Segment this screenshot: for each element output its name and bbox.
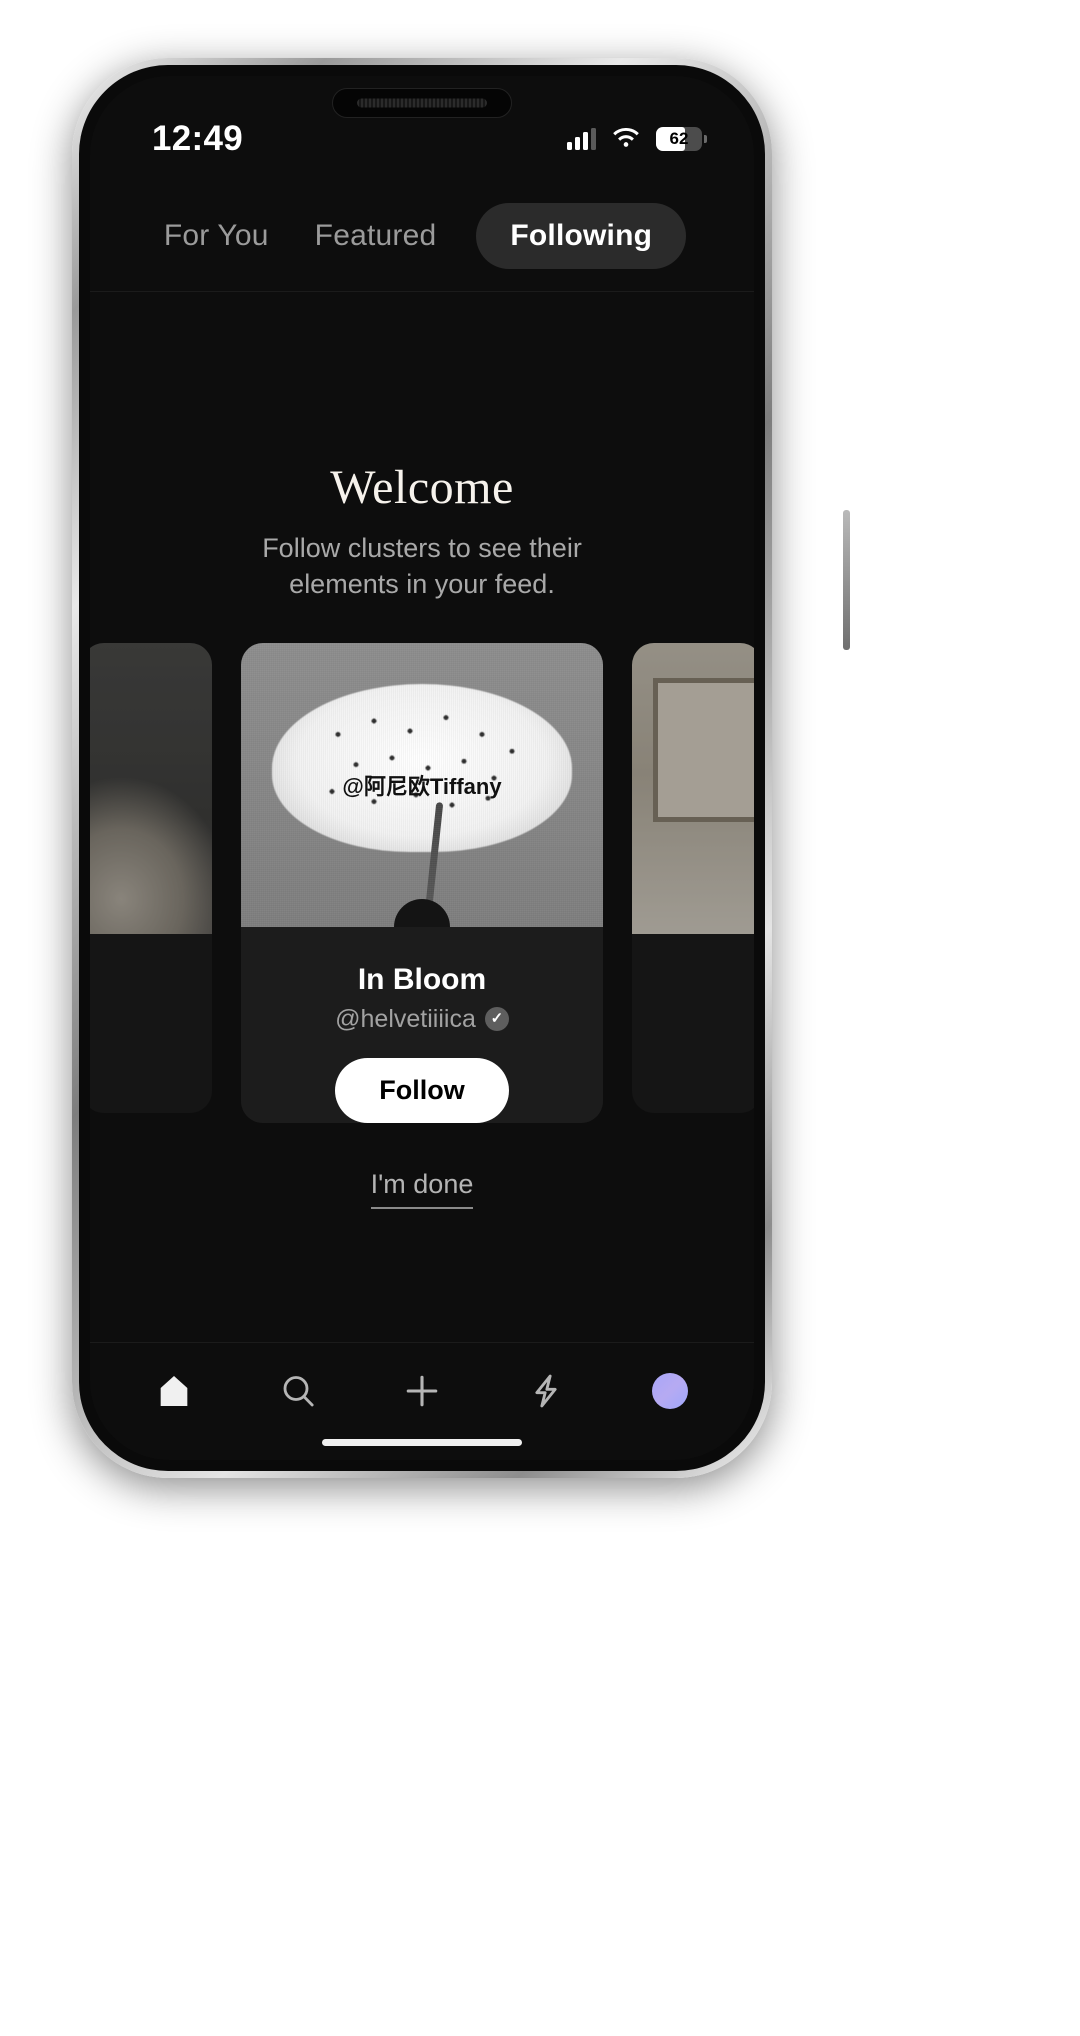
device-body: 12:49 62 For You Featured Following Welc… <box>79 65 765 1471</box>
status-bar: 12:49 62 <box>90 76 754 180</box>
nav-home[interactable] <box>142 1359 206 1423</box>
home-icon <box>160 1375 188 1406</box>
cluster-card-next[interactable] <box>632 642 754 1113</box>
wifi-icon <box>613 128 639 147</box>
page-subtitle: Follow clusters to see their elements in… <box>262 533 582 599</box>
battery-percent: 62 <box>669 129 689 148</box>
battery-icon: 62 <box>656 127 707 151</box>
cluster-card-active[interactable]: @阿尼欧Tiffany In Bloom @helvetiiiica ✓ Fol… <box>241 642 603 1123</box>
home-indicator[interactable] <box>322 1439 522 1446</box>
page-title: Welcome <box>330 461 514 514</box>
nav-profile[interactable] <box>638 1359 702 1423</box>
cluster-preview-meta <box>90 934 212 1113</box>
cluster-cover-image: @阿尼欧Tiffany <box>241 642 603 927</box>
cellular-bars-icon <box>567 128 596 150</box>
tab-for-you[interactable]: For You <box>158 203 275 269</box>
tab-featured[interactable]: Featured <box>309 203 443 269</box>
plus-icon <box>406 1375 438 1406</box>
cluster-title: In Bloom <box>357 962 487 996</box>
tab-following[interactable]: Following <box>476 202 687 269</box>
cluster-preview-meta <box>632 934 754 1113</box>
cluster-handle-row: @helvetiiiica ✓ <box>335 1005 509 1034</box>
follow-button[interactable]: Follow <box>335 1057 509 1123</box>
nav-create[interactable] <box>390 1359 454 1423</box>
search-icon <box>283 1375 314 1406</box>
photo-watermark: @阿尼欧Tiffany <box>342 773 502 799</box>
power-button[interactable] <box>843 510 850 650</box>
cluster-card-meta: In Bloom @helvetiiiica ✓ Follow <box>241 926 603 1123</box>
cluster-carousel[interactable]: @阿尼欧Tiffany In Bloom @helvetiiiica ✓ Fol… <box>90 642 754 1133</box>
status-time: 12:49 <box>152 119 244 158</box>
cluster-card-previous[interactable] <box>90 642 212 1113</box>
verified-check-icon: ✓ <box>484 1007 509 1032</box>
profile-avatar <box>652 1372 688 1409</box>
device-frame: 12:49 62 For You Featured Following Welc… <box>72 58 850 1478</box>
im-done-link[interactable]: I'm done <box>370 1169 474 1209</box>
main-content: Welcome Follow clusters to see their ele… <box>90 292 754 1342</box>
lightning-icon <box>535 1374 557 1407</box>
nav-activity[interactable] <box>514 1359 578 1423</box>
cluster-preview-image <box>632 642 754 935</box>
cluster-handle[interactable]: @helvetiiiica <box>335 1005 476 1034</box>
phone-screen: 12:49 62 For You Featured Following Welc… <box>90 76 754 1460</box>
status-icons: 62 <box>567 105 707 151</box>
nav-search[interactable] <box>266 1359 330 1423</box>
top-tab-bar: For You Featured Following <box>90 180 754 292</box>
cluster-preview-image <box>90 642 212 935</box>
